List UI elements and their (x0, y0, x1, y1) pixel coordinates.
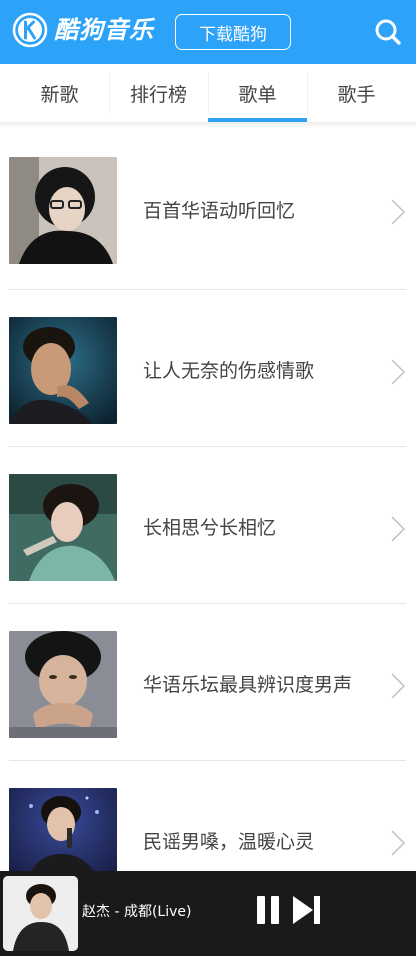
kugou-logo-icon (12, 12, 48, 48)
chevron-right-icon (391, 516, 406, 542)
app-header: 酷狗音乐 下载酷狗 (0, 0, 416, 64)
playlist-title: 百首华语动听回忆 (143, 199, 296, 222)
category-tabs: 新歌 排行榜 歌单 歌手 (0, 64, 416, 122)
logo[interactable]: 酷狗音乐 (12, 12, 154, 48)
playlist-cover (9, 474, 117, 581)
chevron-right-icon (391, 830, 406, 856)
next-icon[interactable] (292, 895, 322, 925)
now-playing-cover[interactable] (3, 876, 78, 951)
list-item[interactable]: 让人无奈的伤感情歌 (9, 290, 406, 447)
chevron-right-icon (391, 199, 406, 225)
playlist-title: 华语乐坛最具辨识度男声 (143, 673, 353, 696)
playlist-list: 百首华语动听回忆 让人无奈的伤感情歌 长相思兮长相忆 华语乐坛最具辨识度男声 民… (0, 130, 416, 918)
tab-new-songs[interactable]: 新歌 (10, 64, 109, 122)
playlist-cover (9, 317, 117, 424)
tabs-divider (0, 122, 416, 128)
playlist-title: 长相思兮长相忆 (143, 516, 277, 539)
download-app-button[interactable]: 下载酷狗 (175, 14, 291, 50)
tab-playlists[interactable]: 歌单 (208, 64, 307, 122)
tab-singers[interactable]: 歌手 (307, 64, 406, 122)
list-item[interactable]: 华语乐坛最具辨识度男声 (9, 604, 406, 761)
search-icon[interactable] (374, 18, 402, 46)
now-playing-title: 赵杰 - 成都(Live) (82, 904, 192, 920)
playlist-title: 让人无奈的伤感情歌 (143, 359, 315, 382)
playlist-cover (9, 157, 117, 264)
chevron-right-icon (391, 673, 406, 699)
list-item[interactable]: 长相思兮长相忆 (9, 447, 406, 604)
list-item[interactable]: 百首华语动听回忆 (9, 130, 406, 290)
pause-icon[interactable] (256, 895, 280, 925)
mini-player: 赵杰 - 成都(Live) (0, 871, 416, 956)
chevron-right-icon (391, 359, 406, 385)
logo-text: 酷狗音乐 (54, 16, 154, 44)
playlist-cover (9, 631, 117, 738)
tab-rankings[interactable]: 排行榜 (109, 64, 208, 122)
